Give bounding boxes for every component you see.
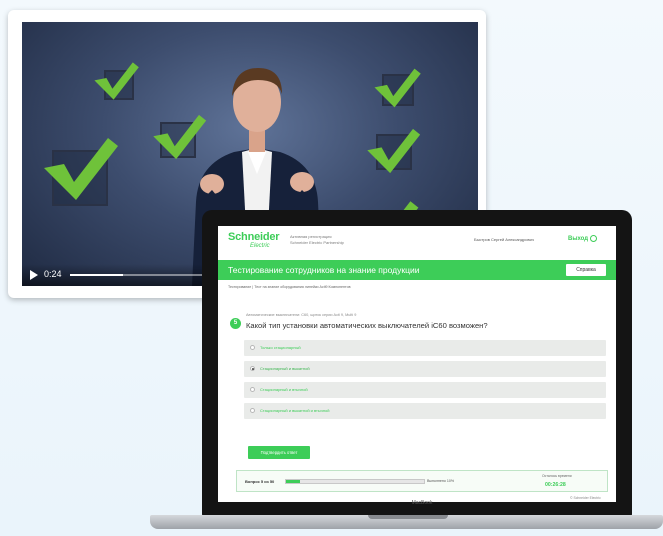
laptop-screen: Schneider Electric Активная регистрация … — [218, 226, 616, 502]
progress-percent-label: Выполнено 10% — [427, 479, 455, 483]
footer-link[interactable]: © Schneider Electric — [570, 496, 601, 500]
answer-option[interactable]: Стационарный и выкатной и втычной — [244, 403, 606, 419]
time-remaining-value: 00:26:28 — [545, 482, 566, 488]
question-text: Какой тип установки автоматических выклю… — [246, 321, 488, 330]
page-title: Тестирование сотрудников на знание проду… — [228, 265, 420, 275]
radio-button[interactable] — [250, 387, 255, 392]
progress-panel: Вопрос 5 из 50 Выполнено 10% Осталось вр… — [236, 470, 608, 492]
progress-label: Вопрос 5 из 50 — [245, 479, 275, 484]
radio-button[interactable] — [250, 345, 255, 350]
checkmark-icon — [44, 138, 118, 200]
laptop-base — [150, 515, 663, 529]
answer-option-label: Стационарный и выкатной — [260, 366, 310, 371]
radio-button[interactable] — [250, 408, 255, 413]
help-button[interactable]: Справка — [566, 264, 606, 276]
submit-answer-button[interactable]: Подтвердить ответ — [248, 446, 310, 459]
play-icon[interactable] — [30, 270, 38, 280]
checkmark-icon — [374, 68, 421, 108]
radio-button[interactable] — [250, 366, 255, 371]
checkmark-icon — [367, 128, 421, 174]
exit-label: Выход — [568, 236, 589, 243]
breadcrumb: Тестирование | Тест на знание оборудован… — [228, 285, 351, 289]
laptop: Schneider Electric Активная регистрация … — [202, 210, 632, 516]
answer-option[interactable]: Стационарный и втычной — [244, 382, 606, 398]
laptop-notch — [368, 515, 448, 519]
header-tagline: Активная регистрация Schneider Electric … — [290, 234, 344, 245]
progress-bar — [285, 479, 425, 484]
time-remaining-caption: Осталось времени — [542, 474, 572, 478]
logo-sub: Electric — [250, 243, 270, 249]
logo-name: Schneider — [228, 231, 280, 243]
exit-link[interactable]: Выход — [568, 235, 598, 243]
site-header: Schneider Electric Активная регистрация … — [218, 226, 616, 260]
answer-option-label: Стационарный и выкатной и втычной — [260, 408, 330, 413]
answer-option-label: Только стационарный — [260, 345, 301, 350]
exit-icon — [590, 235, 598, 242]
user-name: Быстров Сергей Александрович — [474, 237, 534, 242]
checkmark-icon — [94, 62, 139, 100]
schneider-logo[interactable]: Schneider Electric — [228, 231, 280, 250]
title-bar: Тестирование сотрудников на знание проду… — [218, 260, 616, 280]
video-progress-bar[interactable] — [70, 274, 220, 276]
answer-option-label: Стационарный и втычной — [260, 387, 308, 392]
answer-option[interactable]: Только стационарный — [244, 340, 606, 356]
question-meta: Автоматические выключатели: C60, щиток с… — [246, 313, 357, 317]
progress-fill — [286, 480, 300, 483]
video-time: 0:24 — [44, 269, 62, 279]
answer-option[interactable]: Стационарный и выкатной — [244, 361, 606, 377]
video-progress-fill — [70, 274, 123, 276]
laptop-brand: MacBook — [411, 500, 433, 506]
question-number: 5 — [230, 318, 241, 329]
